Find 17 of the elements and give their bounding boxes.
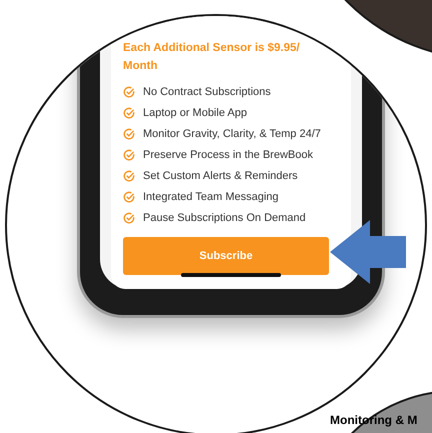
check-circle-icon bbox=[123, 128, 135, 140]
check-circle-icon bbox=[123, 107, 135, 119]
check-circle-icon bbox=[123, 170, 135, 182]
check-circle-icon bbox=[123, 212, 135, 224]
subscribe-button[interactable]: Subscribe bbox=[123, 237, 329, 275]
feature-text: Set Custom Alerts & Reminders bbox=[143, 168, 298, 184]
feature-text: Integrated Team Messaging bbox=[143, 190, 279, 205]
check-circle-icon bbox=[123, 191, 135, 203]
price-note: Each Additional Sensor is $9.95/ Month bbox=[123, 41, 301, 74]
feature-text: Laptop or Mobile App bbox=[143, 106, 247, 121]
feature-text: Pause Subscriptions On Demand bbox=[143, 210, 306, 226]
feature-text: Monitor Gravity, Clarity, & Temp 24/7 bbox=[143, 126, 321, 142]
feature-text: Preserve Process in the BrewBook bbox=[143, 148, 313, 163]
check-circle-icon bbox=[123, 149, 135, 161]
arrow-icon bbox=[330, 220, 406, 284]
check-circle-icon bbox=[123, 86, 135, 98]
feature-text: No Contract Subscriptions bbox=[143, 84, 271, 100]
